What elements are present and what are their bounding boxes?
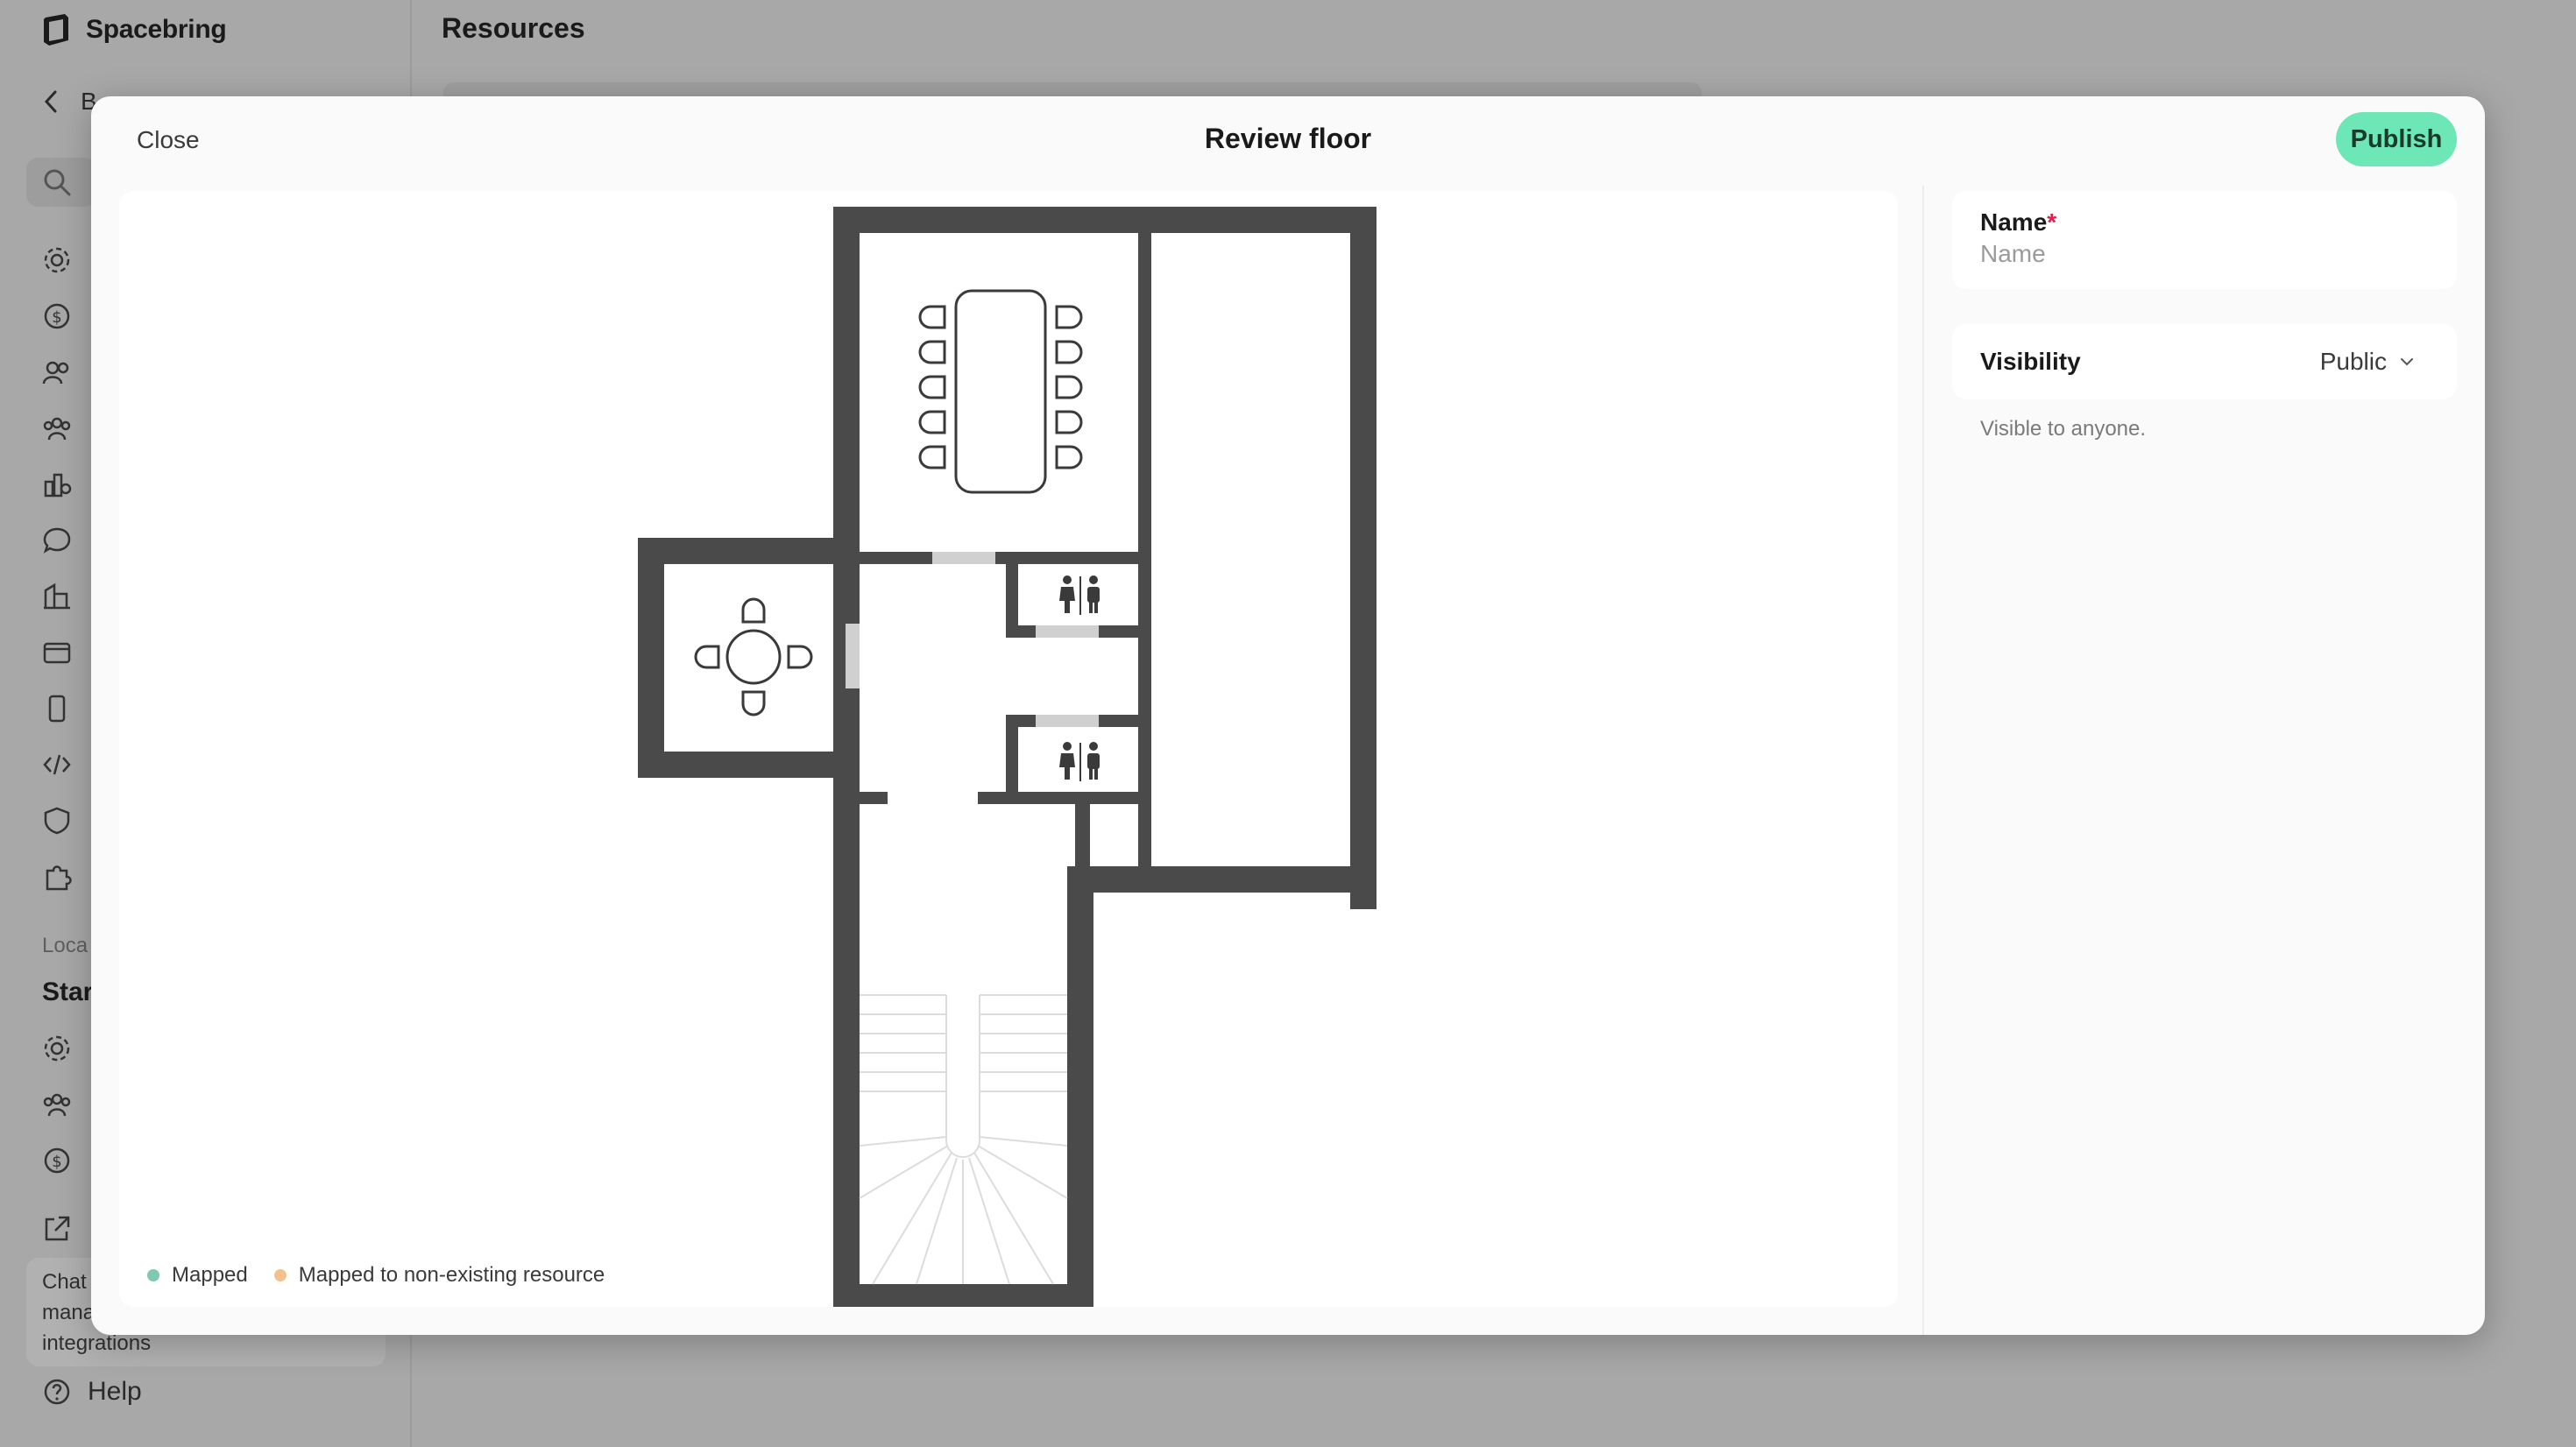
- round-table: [725, 629, 782, 685]
- chair: [918, 340, 946, 364]
- wall: [833, 207, 1376, 233]
- chevron-down-icon: [2401, 358, 2413, 366]
- wall: [833, 1284, 1093, 1307]
- chair: [741, 597, 766, 624]
- page-title: Resources: [442, 12, 585, 44]
- help-link[interactable]: Help: [42, 1377, 142, 1407]
- chart-icon: [44, 473, 72, 498]
- spacebring-logo-icon: [44, 14, 68, 46]
- code-icon: [43, 754, 71, 775]
- legend-dot: [273, 1269, 287, 1281]
- chair: [918, 410, 946, 434]
- chair: [918, 305, 946, 329]
- chair: [1055, 445, 1083, 469]
- name-input[interactable]: [1980, 240, 2429, 268]
- close-button[interactable]: Close: [137, 126, 200, 154]
- help-label: Help: [88, 1377, 142, 1406]
- floor-plan-canvas[interactable]: Mapped Mapped to non-existing resource: [119, 191, 1898, 1307]
- help-icon: [44, 1379, 70, 1405]
- chair: [1055, 375, 1083, 399]
- wall: [1075, 866, 1376, 893]
- brand-name: Spacebring: [86, 15, 227, 44]
- wall: [833, 778, 860, 1307]
- wall: [638, 538, 833, 564]
- chair: [918, 375, 946, 399]
- back-link[interactable]: B: [42, 88, 97, 116]
- chair: [694, 645, 720, 669]
- visibility-hint: Visible to anyone.: [1980, 417, 2147, 441]
- legend-label: Mapped: [172, 1263, 248, 1287]
- location-name[interactable]: Star: [42, 978, 93, 1007]
- legend-item-non-existing: Mapped to non-existing resource: [273, 1263, 605, 1288]
- wall: [1006, 715, 1018, 802]
- map-legend: Mapped Mapped to non-existing resource: [147, 1263, 605, 1288]
- wall: [978, 792, 1008, 804]
- restroom-icon: [1059, 575, 1100, 615]
- wall: [1006, 552, 1018, 638]
- name-label: Name*: [1980, 208, 2429, 236]
- user-group-icon: [43, 1093, 71, 1117]
- phone-icon: [48, 695, 66, 723]
- wall: [1067, 866, 1093, 1307]
- dollar-icon: $: [44, 303, 70, 329]
- door: [932, 552, 995, 564]
- panel-divider: [1922, 186, 1924, 1335]
- door: [1036, 625, 1099, 638]
- sidebar-search[interactable]: [26, 158, 96, 207]
- wall: [860, 792, 888, 804]
- building-icon: [44, 582, 70, 610]
- staircase: [859, 994, 1068, 1285]
- door: [1036, 715, 1099, 727]
- window-icon: [43, 642, 71, 664]
- legend-label: Mapped to non-existing resource: [298, 1263, 605, 1287]
- chair: [1055, 305, 1083, 329]
- search-icon: [44, 169, 71, 196]
- svg-text:$: $: [52, 308, 61, 327]
- chair: [918, 445, 946, 469]
- door: [846, 624, 860, 688]
- restroom-icon: [1059, 742, 1100, 781]
- wall: [1006, 792, 1138, 804]
- wall: [638, 538, 664, 773]
- chair: [1055, 340, 1083, 364]
- wall: [638, 752, 860, 778]
- location-section-label: Loca: [42, 934, 88, 957]
- users-icon: [42, 361, 69, 385]
- chair: [787, 645, 813, 669]
- wall: [833, 207, 860, 592]
- external-link-icon: [45, 1216, 70, 1241]
- chair: [1055, 410, 1083, 434]
- wall: [1138, 207, 1151, 890]
- wall: [1350, 207, 1376, 909]
- legend-dot: [147, 1269, 159, 1281]
- publish-button[interactable]: Publish: [2336, 112, 2457, 166]
- gear-icon: [44, 247, 70, 273]
- brand[interactable]: Spacebring: [40, 12, 227, 47]
- floor-plan: [638, 207, 1376, 1307]
- visibility-select[interactable]: Public: [2306, 337, 2429, 386]
- conference-table: [954, 289, 1047, 494]
- visibility-value: Public: [2319, 348, 2387, 375]
- chevron-left-icon: [44, 90, 57, 113]
- wall: [860, 552, 1138, 564]
- user-group-icon: [43, 417, 71, 441]
- shield-icon: [44, 807, 70, 835]
- gear-icon: [44, 1035, 70, 1062]
- chat-icon: [43, 527, 71, 554]
- name-field-card: Name*: [1952, 191, 2457, 289]
- chair: [741, 690, 766, 716]
- dollar-icon: $: [44, 1147, 70, 1174]
- legend-item-mapped: Mapped: [147, 1263, 248, 1288]
- required-mark: *: [2047, 208, 2057, 236]
- visibility-card: Visibility Public: [1952, 324, 2457, 399]
- svg-text:$: $: [52, 1153, 61, 1171]
- puzzle-icon: [46, 865, 72, 891]
- visibility-label: Visibility: [1980, 348, 2081, 375]
- dialog-title: Review floor: [1204, 123, 1372, 154]
- name-label-text: Name: [1980, 208, 2048, 236]
- review-floor-dialog: Close Review floor Publish Mapped Mapped…: [91, 96, 2485, 1335]
- nav-item-11[interactable]: I: [42, 862, 98, 892]
